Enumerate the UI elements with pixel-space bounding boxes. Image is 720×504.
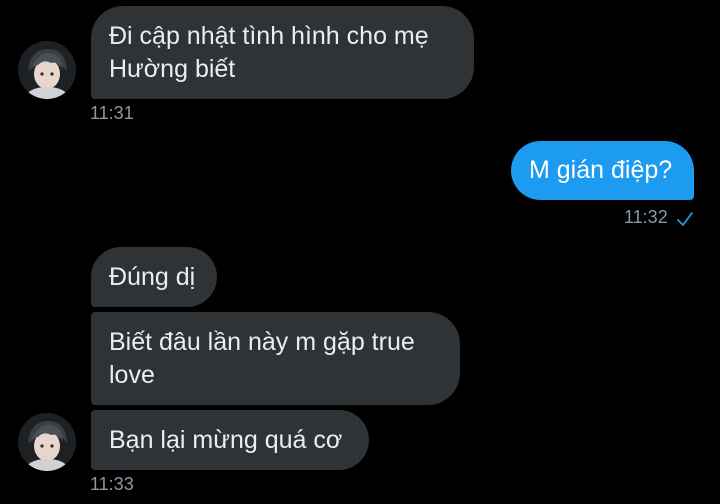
- outgoing-message-bubble[interactable]: M gián điệp?: [511, 141, 694, 200]
- message-timestamp: 11:31: [90, 103, 134, 123]
- incoming-message-bubble[interactable]: Bạn lại mừng quá cơ: [91, 410, 369, 470]
- contact-avatar[interactable]: [18, 413, 76, 471]
- check-icon: [677, 212, 693, 226]
- message-timestamp: 11:33: [90, 474, 134, 494]
- message-text: Đi cập nhật tình hình cho mẹ Hường biết: [109, 21, 429, 83]
- message-text: Biết đâu lần này m gặp true love: [109, 327, 415, 389]
- message-timestamp: 11:32: [624, 207, 668, 227]
- message-text: Bạn lại mừng quá cơ: [109, 425, 343, 454]
- message-text: Đúng dị: [109, 262, 196, 291]
- message-text: M gián điệp?: [529, 156, 673, 184]
- avatar-image: [18, 413, 76, 471]
- contact-avatar[interactable]: [18, 41, 76, 99]
- incoming-message-bubble[interactable]: Đúng dị: [91, 247, 217, 307]
- avatar-image: [18, 41, 76, 99]
- incoming-message-bubble[interactable]: Đi cập nhật tình hình cho mẹ Hường biết: [91, 6, 474, 99]
- incoming-message-bubble[interactable]: Biết đâu lần này m gặp true love: [91, 312, 460, 405]
